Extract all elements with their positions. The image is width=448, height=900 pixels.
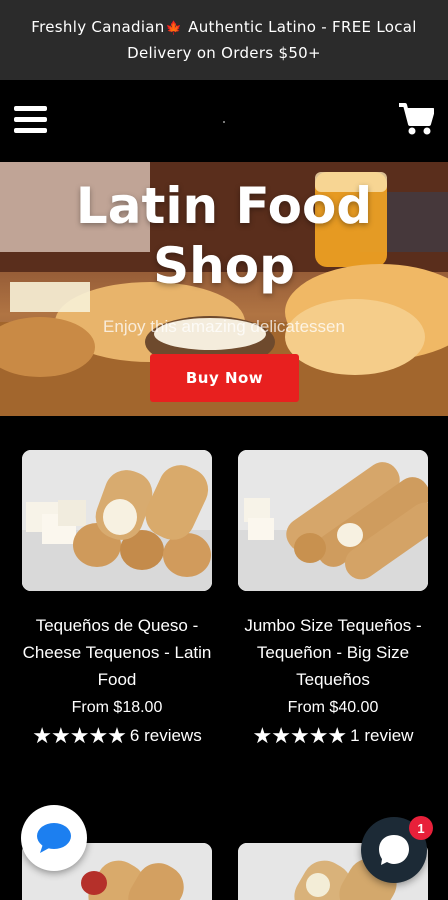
message-glyph [379,835,409,865]
hero-banner: Latin Food Shop Enjoy this amazing delic… [0,162,448,416]
maple-leaf-icon: 🍁 [165,21,183,36]
shopping-cart-icon[interactable] [398,102,434,136]
product-price: From $40.00 [287,699,379,716]
chat-bubble-icon[interactable] [21,805,87,871]
buy-now-button[interactable]: Buy Now [150,354,299,402]
hero-title-line-2: Shop [153,237,295,295]
hero-subtitle: Enjoy this amazing delicatessen [103,317,345,336]
announcement-text: Freshly Canadian🍁 Authentic Latino - FRE… [20,15,428,65]
product-card[interactable]: Tequeños de Queso - Cheese Tequenos - La… [22,450,212,747]
product-title[interactable]: Tequeños de Queso - Cheese Tequenos - La… [22,612,212,693]
star-rating-icon: ★★★★★ [252,723,348,748]
review-count: 6 reviews [129,726,202,745]
product-image[interactable] [22,450,212,591]
announcement-text-start: Freshly Canadian [31,18,165,36]
site-header [0,80,448,162]
product-card[interactable]: Jumbo Size Tequeños - Tequeñon - Big Siz… [238,450,428,747]
product-rating: ★★★★★ 6 reviews [22,725,212,747]
product-price: From $18.00 [71,699,163,716]
hero-title-line-1: Latin Food [75,177,373,235]
hamburger-menu-icon[interactable] [14,106,48,134]
product-title[interactable]: Jumbo Size Tequeños - Tequeñon - Big Siz… [227,612,439,693]
chat-bubble-glyph [37,823,71,853]
review-count: 1 review [350,726,414,745]
product-image[interactable] [238,450,428,591]
logo[interactable] [223,121,225,123]
hero-title: Latin Food Shop [0,176,448,296]
product-rating: ★★★★★ 1 review [238,725,428,747]
star-rating-icon: ★★★★★ [32,723,127,748]
notification-badge: 1 [409,816,433,840]
announcement-bar: Freshly Canadian🍁 Authentic Latino - FRE… [0,0,448,80]
